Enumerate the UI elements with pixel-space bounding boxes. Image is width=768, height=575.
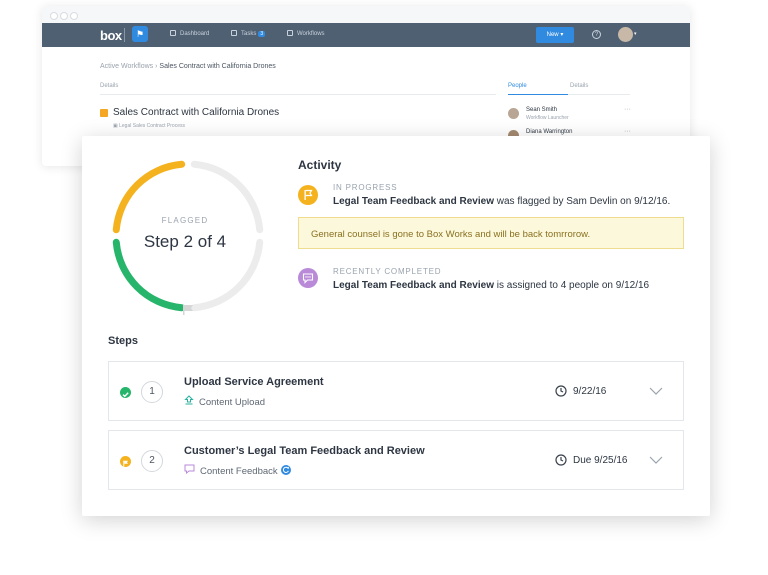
user-avatar[interactable] — [618, 27, 633, 42]
chevron-down-icon[interactable]: ▾ — [634, 31, 637, 37]
activity-note: General counsel is gone to Box Works and… — [298, 217, 684, 249]
clock-icon — [555, 385, 567, 397]
activity-note-text: General counsel is gone to Box Works and… — [311, 229, 591, 240]
window-titlebar — [42, 6, 690, 23]
step-number: 2 — [141, 450, 163, 472]
step-number: 1 — [141, 381, 163, 403]
new-button[interactable]: New ▾ — [536, 27, 574, 43]
progress-segment-1 — [112, 238, 186, 312]
person-more-icon[interactable]: ··· — [624, 128, 631, 135]
tasks-count-badge: 3 — [258, 31, 266, 37]
refresh-icon[interactable] — [280, 465, 291, 475]
activity-text: Legal Team Feedback and Review was flagg… — [333, 196, 670, 207]
breadcrumb: Active Workflows › Sales Contract with C… — [100, 63, 276, 70]
top-navbar: box ⚑ Dashboard Tasks 3 Workflows New ▾ ?… — [42, 23, 690, 47]
progress-status: FLAGGED — [161, 216, 209, 225]
step-row[interactable]: 2 Customer’s Legal Team Feedback and Rev… — [108, 430, 684, 490]
help-icon[interactable]: ? — [592, 30, 601, 39]
side-details-divider — [568, 94, 630, 95]
tasks-icon — [231, 30, 237, 36]
workflow-detail-card: FLAGGED Step 2 of 4 Activity IN PROGRESS… — [82, 136, 710, 516]
window-close-dot[interactable] — [50, 12, 58, 20]
person-role: Workflow Launcher — [526, 115, 569, 121]
person-more-icon[interactable]: ··· — [624, 106, 631, 113]
tab-side-details[interactable]: Details — [570, 83, 588, 89]
activity-subject[interactable]: Legal Team Feedback and Review — [333, 280, 494, 291]
step-date: 9/22/16 — [573, 386, 607, 397]
step-type: Content Feedback — [184, 464, 291, 477]
step-type-label: Content Feedback — [200, 466, 278, 477]
progress-step-label: Step 2 of 4 — [143, 232, 227, 251]
activity-subject[interactable]: Legal Team Feedback and Review — [333, 196, 494, 207]
nav-dashboard-label: Dashboard — [180, 31, 210, 37]
clock-icon — [555, 454, 567, 466]
dashboard-icon — [170, 30, 176, 36]
chevron-down-icon[interactable] — [649, 386, 663, 396]
progress-segment-4 — [190, 238, 264, 312]
chevron-down-icon[interactable] — [649, 455, 663, 465]
window-minimize-dot[interactable] — [60, 12, 68, 20]
step-type: Content Upload — [184, 395, 265, 408]
tab-people[interactable]: People — [508, 83, 527, 89]
breadcrumb-separator: › — [155, 63, 158, 70]
nav-workflows-label: Workflows — [297, 31, 325, 37]
breadcrumb-root[interactable]: Active Workflows — [100, 63, 153, 70]
flag-icon — [120, 456, 131, 467]
nav-dashboard[interactable]: Dashboard — [170, 30, 209, 37]
workflow-subtitle-text: Legal Sales Contract Process — [119, 123, 185, 129]
step-title: Upload Service Agreement — [184, 376, 324, 388]
person-name: Diana Warrington — [526, 129, 573, 135]
flag-icon — [298, 185, 318, 205]
workflow-title: Sales Contract with California Drones — [113, 107, 280, 118]
comment-icon — [298, 268, 318, 288]
comment-icon — [184, 464, 195, 477]
workflow-subtitle: ▣ Legal Sales Contract Process — [113, 123, 185, 129]
step-type-label: Content Upload — [199, 397, 266, 408]
nav-tasks-label: Tasks — [241, 31, 257, 37]
activity-detail: is assigned to 4 people on 9/12/16 — [494, 280, 650, 291]
workflow-icon — [100, 109, 108, 117]
window-maximize-dot[interactable] — [70, 12, 78, 20]
step-date: Due 9/25/16 — [573, 455, 628, 466]
step-row[interactable]: 1 Upload Service Agreement Content Uploa… — [108, 361, 684, 421]
box-logo[interactable]: box — [100, 28, 122, 43]
steps-heading: Steps — [108, 335, 138, 347]
check-icon — [120, 387, 131, 398]
nav-workflows[interactable]: Workflows — [287, 30, 325, 37]
activity-status-label: RECENTLY COMPLETED — [333, 267, 442, 276]
new-button-label: New — [546, 32, 559, 38]
nav-tasks[interactable]: Tasks 3 — [231, 30, 266, 37]
breadcrumb-current: Sales Contract with California Drones — [159, 63, 276, 70]
step-title: Customer’s Legal Team Feedback and Revie… — [184, 445, 425, 457]
people-tab-underline — [508, 94, 568, 95]
details-divider — [100, 94, 496, 95]
person-name: Sean Smith — [526, 107, 558, 113]
activity-text: Legal Team Feedback and Review is assign… — [333, 280, 649, 291]
person-avatar — [508, 108, 519, 119]
activity-detail: was flagged by Sam Devlin on 9/12/16. — [494, 196, 671, 207]
activity-heading: Activity — [298, 158, 342, 172]
workflows-icon — [287, 30, 293, 36]
workflow-app-icon[interactable]: ⚑ — [132, 26, 148, 42]
upload-icon — [184, 395, 194, 408]
tab-details[interactable]: Details — [100, 83, 118, 89]
logo-divider — [124, 28, 125, 42]
activity-status-label: IN PROGRESS — [333, 183, 398, 192]
flag-icon — [183, 305, 193, 315]
